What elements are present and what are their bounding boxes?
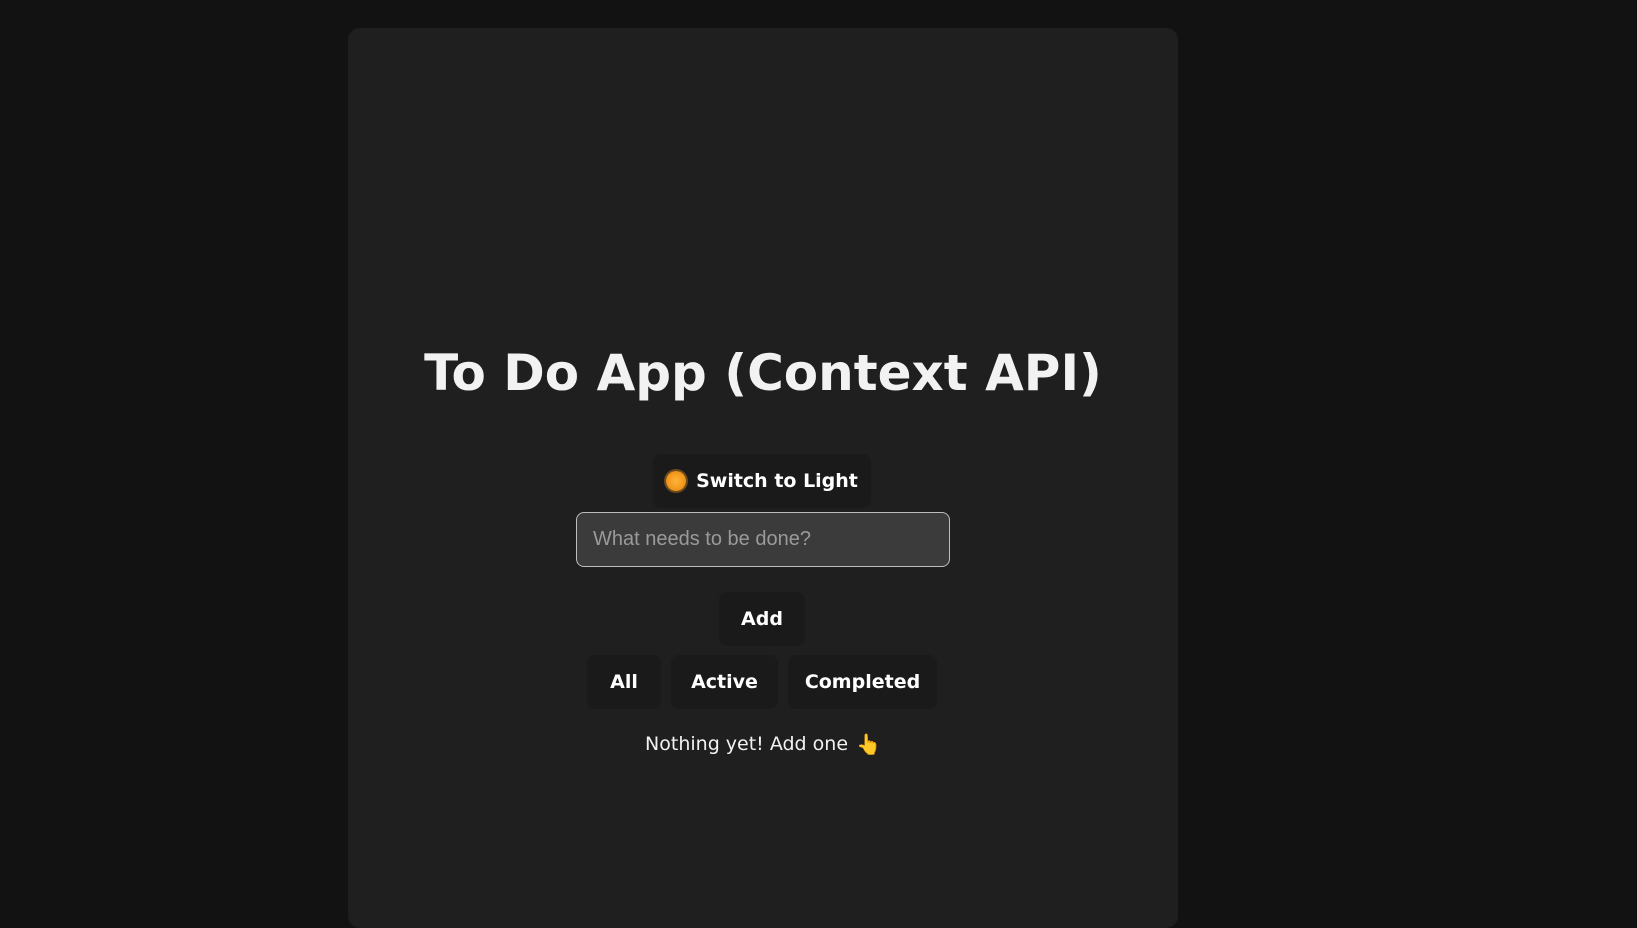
filter-completed-button[interactable]: Completed — [788, 655, 937, 709]
empty-state-message: Nothing yet! Add one — [645, 733, 849, 755]
new-todo-input[interactable] — [576, 512, 950, 567]
sun-icon — [666, 471, 687, 491]
todo-app-card: To Do App (Context API) Switch to Light … — [348, 28, 1178, 928]
filter-active-button[interactable]: Active — [671, 655, 778, 709]
add-button[interactable]: Add — [719, 592, 805, 646]
empty-state: Nothing yet! Add one 👆 — [348, 733, 1178, 755]
filter-all-button[interactable]: All — [587, 655, 661, 709]
page-title: To Do App (Context API) — [424, 344, 1102, 402]
theme-toggle-label: Switch to Light — [696, 470, 858, 492]
pointing-hand-icon: 👆 — [856, 732, 881, 756]
theme-toggle-button[interactable]: Switch to Light — [653, 454, 871, 508]
